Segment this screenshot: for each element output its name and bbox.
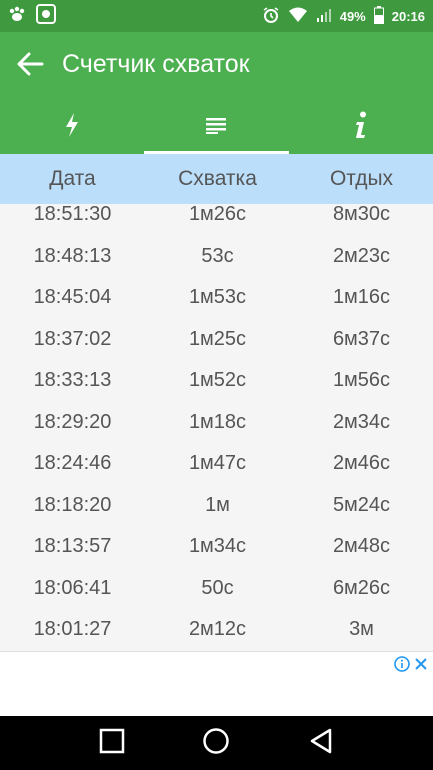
cell-rest: 2м34с [332,410,391,433]
clock: 20:16 [391,8,425,24]
cell-date: 18:18:20 [33,493,112,516]
ad-close-icon[interactable] [413,656,429,677]
cell-rest: 1м16с [332,286,391,309]
cell-rest: 3м [349,618,374,641]
cell-rest: 6м26с [332,576,391,599]
cell-contraction: 1м52с [188,369,247,392]
triangle-back-icon [310,728,332,753]
cell-contraction: 1м26с [188,204,247,226]
tab-info[interactable] [289,96,433,154]
contraction-list[interactable]: 18:51:30 1м26с 8м30с 18:48:13 53с 2м23с … [0,204,433,651]
wifi-icon [288,7,308,26]
cell-contraction: 50с [201,576,234,599]
cell-contraction: 2м12с [188,618,247,641]
table-row[interactable]: 18:18:20 1м 5м24с [0,485,433,527]
ad-info-icon[interactable] [394,656,410,677]
cell-rest: 2м23с [332,244,391,267]
table-row[interactable]: 18:06:41 50с 6м26с [0,568,433,610]
app-bar: Счетчик схваток [0,32,433,96]
table-header: Дата Схватка Отдых [0,154,433,204]
cell-contraction: 1м25с [188,327,247,350]
column-header-date: Дата [49,167,96,190]
cell-date: 18:51:30 [33,204,112,226]
cell-date: 18:33:13 [33,369,112,392]
cell-contraction: 1м47с [188,452,247,475]
home-button[interactable] [202,727,230,760]
cell-date: 18:24:46 [33,452,112,475]
back-nav-button[interactable] [308,728,334,759]
cell-rest: 1м56с [332,369,391,392]
paw-icon [8,6,28,27]
table-row[interactable]: 18:24:46 1м47с 2м46с [0,443,433,485]
list-icon [206,118,227,134]
tab-bar [0,96,433,154]
cell-date: 18:13:57 [33,535,112,558]
app-notification-icon [36,3,56,29]
cell-date: 18:01:27 [33,618,112,641]
cell-contraction: 1м18с [188,410,247,433]
signal-icon [316,7,332,26]
square-icon [99,728,125,753]
cell-date: 18:48:13 [33,244,112,267]
cell-rest: 5м24с [332,493,391,516]
battery-icon [373,5,384,27]
lightning-icon [66,113,79,137]
ad-banner[interactable] [0,651,433,716]
battery-percent: 49% [339,8,366,24]
status-bar: 49% 20:16 [0,0,433,32]
column-header-rest: Отдых [329,167,394,190]
cell-contraction: 1м34с [188,535,247,558]
recents-button[interactable] [99,728,125,759]
cell-rest: 8м30с [332,204,391,226]
table-row[interactable]: 18:13:57 1м34с 2м48с [0,526,433,568]
table-row[interactable]: 18:33:13 1м52с 1м56с [0,360,433,402]
table-row[interactable]: 18:29:20 1м18с 2м34с [0,402,433,444]
cell-date: 18:37:02 [33,327,112,350]
alarm-icon [262,6,280,27]
tab-history[interactable] [144,96,289,154]
column-header-contraction: Схватка [178,167,257,190]
cell-date: 18:06:41 [33,576,112,599]
table-row[interactable]: 18:48:13 53с 2м23с [0,236,433,278]
circle-icon [203,727,230,754]
info-icon [355,111,366,138]
table-row[interactable]: 18:51:30 1м26с 8м30с [0,204,433,236]
cell-date: 18:29:20 [33,410,112,433]
back-button[interactable] [0,32,60,96]
cell-rest: 2м48с [332,535,391,558]
cell-contraction: 53с [201,244,234,267]
cell-contraction: 1м [205,493,230,516]
page-title: Счетчик схваток [62,49,250,78]
table-row[interactable]: 18:37:02 1м25с 6м37с [0,319,433,361]
system-nav-bar [0,716,433,770]
table-row[interactable]: 18:45:04 1м53с 1м16с [0,277,433,319]
arrow-left-icon [17,52,44,76]
cell-rest: 6м37с [332,327,391,350]
cell-date: 18:45:04 [33,286,112,309]
tab-contractions[interactable] [0,96,144,154]
cell-rest: 2м46с [332,452,391,475]
table-row[interactable]: 18:01:27 2м12с 3м [0,609,433,651]
cell-contraction: 1м53с [188,286,247,309]
